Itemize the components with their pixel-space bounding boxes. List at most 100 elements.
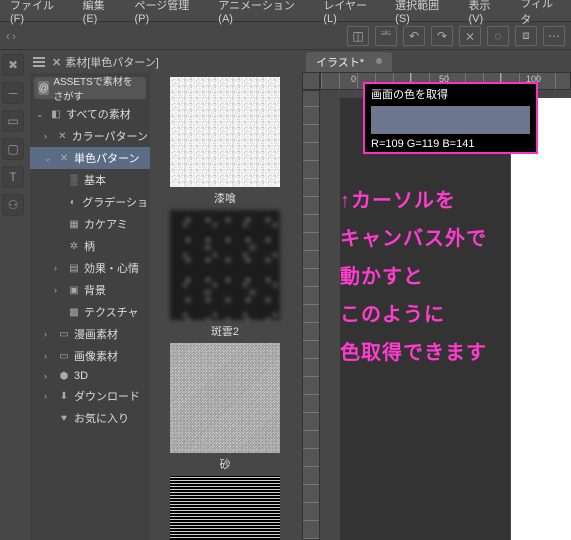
tool-redo-icon[interactable]: ↷ — [431, 26, 453, 46]
tool-snap-icon[interactable]: ⎃ — [375, 26, 397, 46]
tree-item[interactable]: ♥お気に入り — [30, 407, 150, 429]
tree-item[interactable]: ▩テクスチャ — [30, 301, 150, 323]
tool-x-icon[interactable]: ✖ — [2, 54, 24, 76]
menu-layer[interactable]: レイヤー(L) — [315, 0, 387, 27]
left-tool-column: ✖ ─ ▭ ▢ T ⚇ — [0, 50, 26, 220]
tree-toggle-icon[interactable]: › — [54, 263, 64, 273]
tree-item[interactable]: ›⬇ダウンロード — [30, 385, 150, 407]
tool-save-icon[interactable]: ⧈ — [515, 26, 537, 46]
tool-more-icon[interactable]: ⋯ — [543, 26, 565, 46]
tree-item[interactable]: ▒基本 — [30, 169, 150, 191]
tree-item-icon: ▦ — [67, 219, 81, 230]
tree-item-icon: ▭ — [57, 329, 71, 340]
tree-item-icon: ✕ — [57, 153, 71, 164]
thumb-label: 斑雲2 — [154, 323, 296, 339]
tree-item-label: ダウンロード — [74, 388, 140, 404]
tree-item-icon: ♥ — [57, 413, 71, 424]
tree-item-label: 画像素材 — [74, 348, 118, 364]
document-tab[interactable]: イラスト* — [306, 52, 392, 72]
annotation-line: ↑カーソルを — [340, 182, 567, 220]
tree-item-label: お気に入り — [74, 410, 129, 426]
ruler-mark: 0 — [351, 74, 356, 84]
tree-item-icon: ▭ — [57, 351, 71, 362]
tree-item[interactable]: ›▤効果・心情 — [30, 257, 150, 279]
tree-item[interactable]: ⌄✕単色パターン — [30, 147, 150, 169]
menu-selection[interactable]: 選択範囲(S) — [387, 0, 460, 27]
menu-page[interactable]: ページ管理(P) — [126, 0, 210, 27]
material-thumb[interactable]: 砂 — [154, 343, 296, 472]
tree-item-icon: ▤ — [67, 263, 81, 274]
annotation-line: 色取得できます — [340, 334, 567, 372]
tree-item-icon: ▣ — [67, 285, 81, 296]
color-picker-rgb: R=109 G=119 B=141 — [365, 136, 536, 152]
material-thumb[interactable]: 漆喰 — [154, 77, 296, 206]
menu-edit[interactable]: 編集(E) — [75, 0, 127, 27]
tree-item-icon: ✕ — [56, 131, 69, 142]
tree-toggle-icon[interactable]: › — [54, 285, 64, 295]
material-panel: @ ASSETSで素材をさがす ⌄◧すべての素材›✕カラーパターン⌄✕単色パター… — [30, 53, 300, 540]
document-tabbar: イラスト* — [302, 50, 571, 72]
thumb-swatch — [170, 343, 280, 453]
thumb-label: 砂 — [154, 456, 296, 472]
menu-animation[interactable]: アニメーション(A) — [210, 0, 315, 27]
color-picker-swatch — [371, 106, 530, 134]
color-picker-title: 画面の色を取得 — [365, 84, 536, 104]
tree-toggle-icon[interactable]: › — [44, 371, 54, 381]
material-thumb[interactable]: 斑雲2 — [154, 210, 296, 339]
tree-item[interactable]: ›⬢3D — [30, 367, 150, 385]
annotation-line: このように — [340, 296, 567, 334]
tool-fill-icon[interactable]: ◫ — [347, 26, 369, 46]
tree-toggle-icon[interactable]: ⌄ — [36, 109, 46, 120]
tool-person-icon[interactable]: ⚇ — [2, 194, 24, 216]
annotation-text: ↑カーソルを キャンバス外で 動かすと このように 色取得できます — [340, 182, 567, 372]
tree-item-label: 柄 — [84, 238, 95, 254]
tree-toggle-icon[interactable]: › — [44, 351, 54, 361]
tree-item[interactable]: ›▣背景 — [30, 279, 150, 301]
tree-item-icon: ◧ — [49, 109, 63, 120]
tree-item[interactable]: ▦カケアミ — [30, 213, 150, 235]
tool-erase-icon[interactable]: ◌ — [487, 26, 509, 46]
tree-item-icon: ▒ — [67, 175, 81, 186]
tool-window-icon[interactable]: ▭ — [2, 110, 24, 132]
ruler-corner — [302, 72, 320, 90]
tool-clear-icon[interactable]: ⨯ — [459, 26, 481, 46]
nav-back-icon[interactable]: ‹ — [6, 29, 10, 43]
tree-item[interactable]: ›▭漫画素材 — [30, 323, 150, 345]
tree-item[interactable]: ◐グラデーショ — [30, 191, 150, 213]
tool-undo-icon[interactable]: ↶ — [403, 26, 425, 46]
tree-item[interactable]: ›✕カラーパターン — [30, 125, 150, 147]
thumb-swatch — [170, 77, 280, 187]
tree-toggle-icon[interactable]: ⌄ — [44, 153, 54, 164]
tool-text-icon[interactable]: T — [2, 166, 24, 188]
menu-filter[interactable]: フィルタ — [512, 0, 571, 29]
tree-toggle-icon[interactable]: › — [44, 391, 54, 401]
tree-toggle-icon[interactable]: › — [44, 329, 54, 339]
tree-item[interactable]: ⌄◧すべての素材 — [30, 103, 150, 125]
tree-toggle-icon[interactable]: › — [44, 131, 53, 141]
tool-divider-icon: ─ — [2, 82, 24, 104]
annotation-line: キャンバス外で — [340, 220, 567, 258]
assets-label: ASSETSで素材をさがす — [53, 73, 142, 103]
material-tree: @ ASSETSで素材をさがす ⌄◧すべての素材›✕カラーパターン⌄✕単色パター… — [30, 73, 150, 540]
assets-icon: @ — [38, 81, 49, 95]
menu-view[interactable]: 表示(V) — [460, 0, 512, 27]
tree-item-icon: ⬢ — [57, 371, 71, 382]
tree-item-label: 漫画素材 — [74, 326, 118, 342]
thumb-swatch — [170, 210, 280, 320]
assets-search-button[interactable]: @ ASSETSで素材をさがす — [34, 77, 146, 99]
tool-rect-icon[interactable]: ▢ — [2, 138, 24, 160]
tree-item-label: 3D — [74, 370, 88, 382]
tree-item-icon: ✲ — [67, 241, 81, 252]
tree-item-icon: ◐ — [66, 197, 79, 208]
tree-item[interactable]: ✲柄 — [30, 235, 150, 257]
tree-item-label: グラデーショ — [82, 194, 148, 210]
tree-item[interactable]: ›▭画像素材 — [30, 345, 150, 367]
tree-item-label: 単色パターン — [74, 150, 139, 166]
tree-item-icon: ▩ — [67, 307, 81, 318]
nav-fwd-icon[interactable]: › — [12, 29, 16, 43]
unsaved-dot-icon — [376, 58, 382, 64]
ruler-vertical — [302, 90, 320, 540]
tree-item-label: カラーパターン — [72, 128, 148, 144]
menu-file[interactable]: ファイル(F) — [2, 0, 75, 27]
material-thumb[interactable] — [154, 476, 296, 540]
